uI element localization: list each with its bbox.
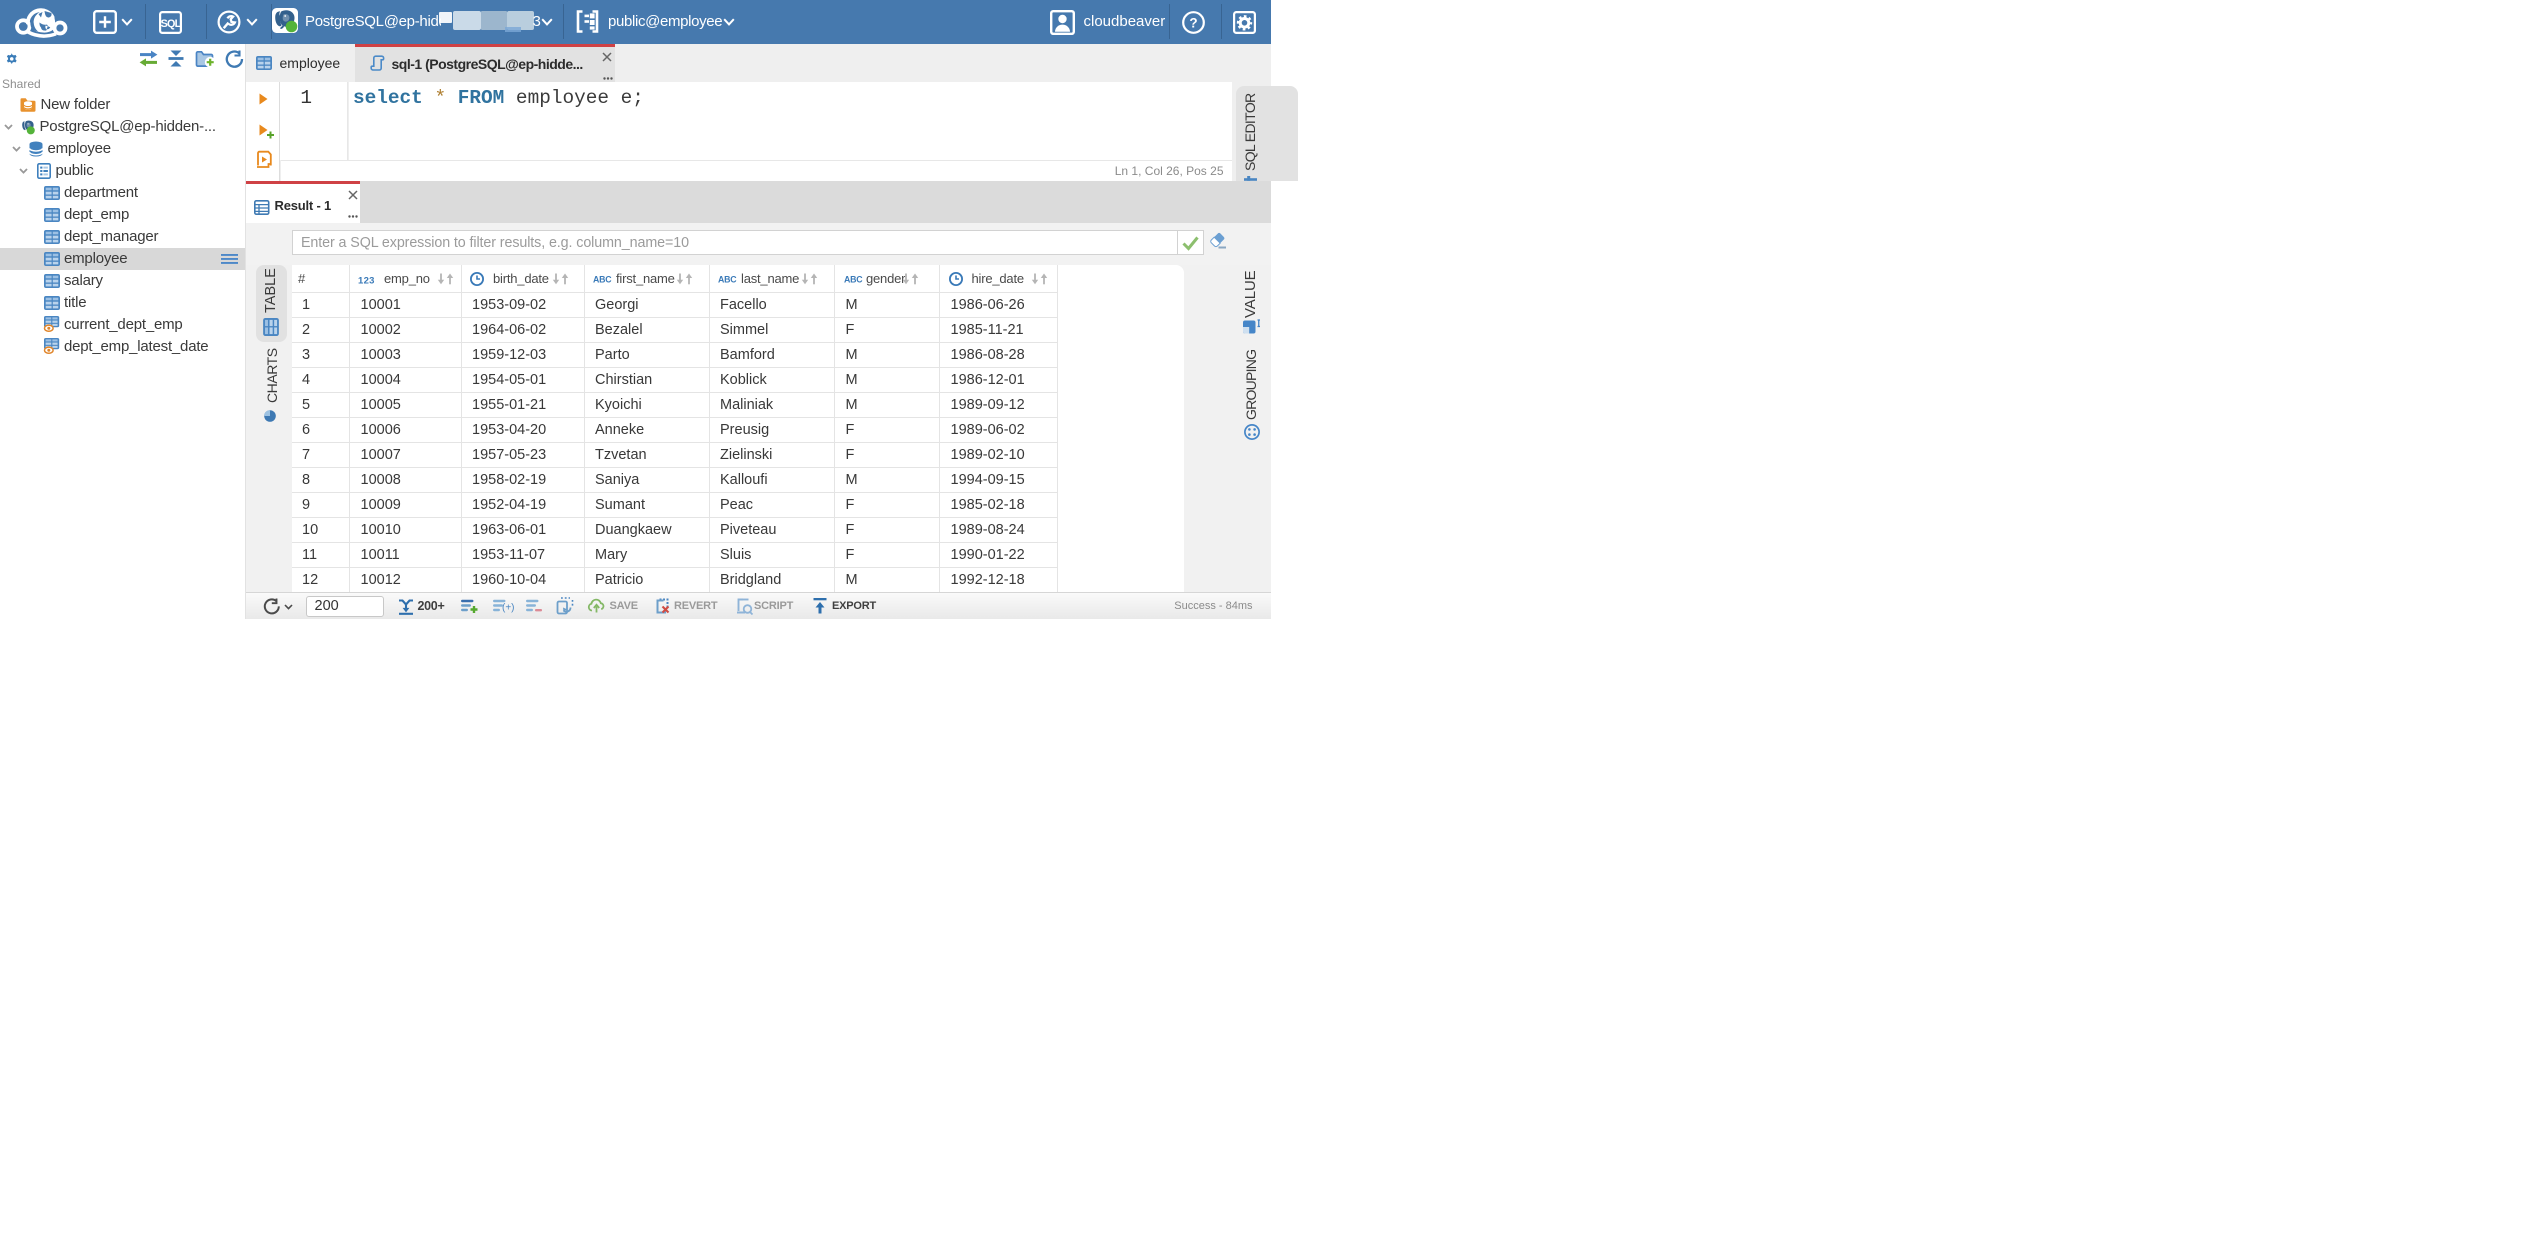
svg-text:(+): (+) — [502, 603, 515, 614]
svg-text:ABC: ABC — [718, 275, 737, 285]
svg-text:ABC: ABC — [844, 275, 863, 285]
svg-text:SQL: SQL — [160, 17, 181, 29]
svg-text:ABC: ABC — [593, 275, 612, 285]
svg-text:?: ? — [1189, 15, 1197, 30]
svg-text:123: 123 — [358, 275, 375, 286]
